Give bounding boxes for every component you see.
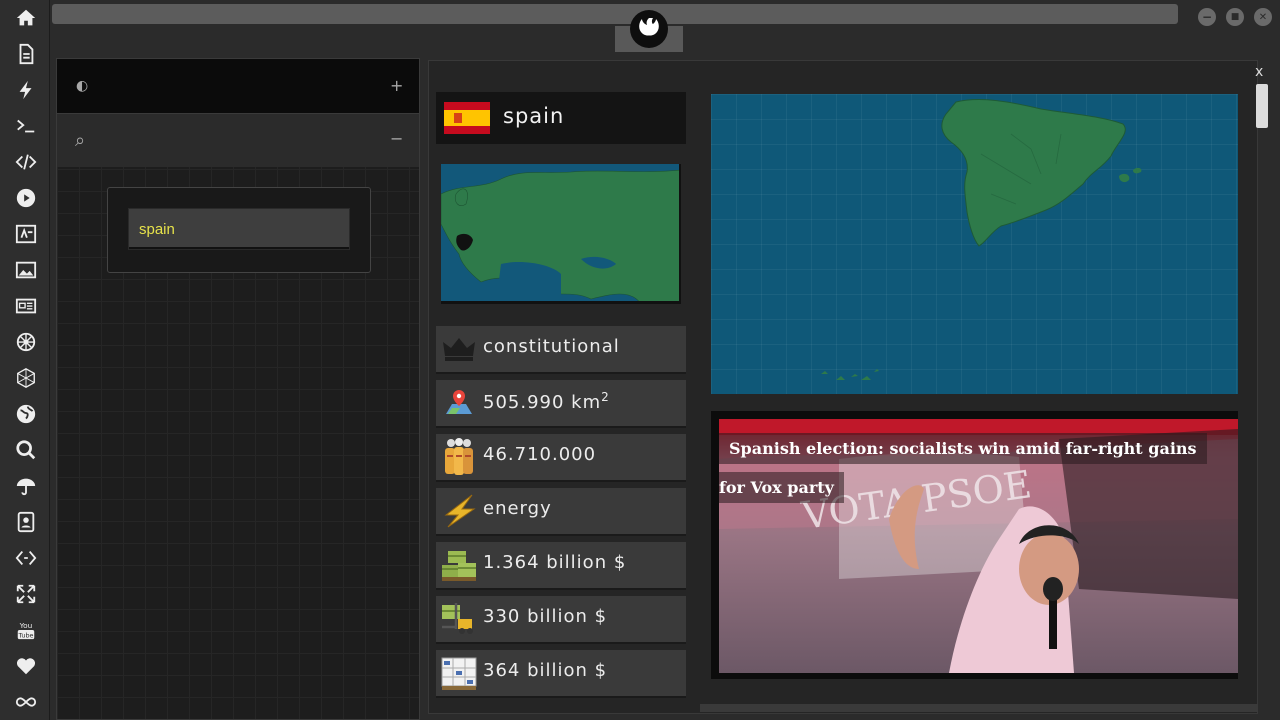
gdp-stat: 1.364 billion $ <box>436 542 686 588</box>
cargo-icon <box>440 546 478 584</box>
network-icon[interactable] <box>13 365 39 391</box>
maximize-button[interactable]: ■ <box>1226 8 1244 26</box>
gdp-label: 1.364 billion $ <box>483 552 627 573</box>
terminal-icon[interactable] <box>13 113 39 139</box>
news-headline-line2[interactable]: for Vox party <box>719 472 844 503</box>
document-icon[interactable] <box>13 41 39 67</box>
address-bar[interactable] <box>52 4 1178 24</box>
left-panel: ◐ + ⌕ − <box>56 58 420 720</box>
newspaper-icon[interactable] <box>13 293 39 319</box>
scrollbar-thumb[interactable] <box>1256 84 1268 128</box>
news-card[interactable]: VOTA PSOE Spanish election: socialists w… <box>711 411 1238 679</box>
forklift-icon <box>440 600 478 638</box>
svg-text:Tube: Tube <box>17 631 33 639</box>
search-section-header: ⌕ − <box>57 113 419 167</box>
close-window-label: ✕ <box>1258 11 1268 23</box>
area-unit-exponent: 2 <box>601 390 610 404</box>
country-map[interactable] <box>711 94 1238 394</box>
left-panel-header: ◐ + <box>57 59 419 113</box>
energy-stat: energy <box>436 488 686 534</box>
government-stat: constitutional <box>436 326 686 372</box>
exports-label: 330 billion $ <box>483 606 608 627</box>
minimize-label: − <box>1201 10 1213 24</box>
rebel-logo-icon <box>630 10 668 48</box>
boxes-icon <box>440 654 478 692</box>
app-sidebar: You Tube <box>0 0 50 720</box>
imports-label: 364 billion $ <box>483 660 608 681</box>
world-locator-map[interactable] <box>441 164 681 304</box>
play-icon[interactable] <box>13 185 39 211</box>
area-stat: 505.990 km2 <box>436 380 686 426</box>
population-label: 46.710.000 <box>483 444 597 465</box>
area-value: 505.990 km <box>483 392 602 413</box>
energy-label: energy <box>483 498 552 519</box>
search-icon[interactable]: ⌕ <box>75 130 85 151</box>
population-stat: 46.710.000 <box>436 434 686 480</box>
home-icon[interactable] <box>13 5 39 31</box>
collapse-button[interactable]: − <box>390 129 403 148</box>
area-label: 505.990 km2 <box>483 390 610 413</box>
news-headline-line1[interactable]: Spanish election: socialists win amid fa… <box>719 433 1207 464</box>
contacts-icon[interactable] <box>13 509 39 535</box>
heart-icon[interactable] <box>13 653 39 679</box>
image-icon[interactable] <box>13 257 39 283</box>
minimize-button[interactable]: − <box>1198 8 1216 26</box>
contrast-toggle-icon[interactable]: ◐ <box>76 78 88 94</box>
fullscreen-icon[interactable] <box>13 581 39 607</box>
globe-icon[interactable] <box>13 401 39 427</box>
close-window-button[interactable]: ✕ <box>1254 8 1272 26</box>
search-input[interactable] <box>128 208 350 250</box>
exports-stat: 330 billion $ <box>436 596 686 642</box>
code-icon[interactable] <box>13 149 39 175</box>
lightning-icon[interactable] <box>13 77 39 103</box>
add-button[interactable]: + <box>390 76 403 95</box>
map-pin-icon <box>440 384 478 422</box>
arrows-swap-icon[interactable] <box>13 545 39 571</box>
next-card-edge <box>700 704 1258 712</box>
translate-icon[interactable] <box>13 221 39 247</box>
news-image[interactable]: VOTA PSOE Spanish election: socialists w… <box>719 419 1238 673</box>
population-icon <box>440 438 478 476</box>
search-icon[interactable] <box>13 437 39 463</box>
government-label: constitutional <box>483 336 620 357</box>
youtube-icon[interactable]: You Tube <box>13 617 39 643</box>
svg-text:You: You <box>19 621 33 630</box>
imports-stat: 364 billion $ <box>436 650 686 696</box>
infinity-icon[interactable] <box>13 689 39 715</box>
search-box <box>107 187 371 273</box>
country-header: spain <box>436 92 686 144</box>
umbrella-icon[interactable] <box>13 473 39 499</box>
crown-icon <box>440 330 478 368</box>
maximize-label: ■ <box>1230 12 1240 22</box>
energy-icon <box>440 492 478 530</box>
spain-flag-icon <box>444 102 490 134</box>
empire-icon[interactable] <box>13 329 39 355</box>
logo-tab[interactable] <box>615 10 683 52</box>
close-panel-button[interactable]: x <box>1255 64 1263 80</box>
country-name: spain <box>503 104 565 128</box>
